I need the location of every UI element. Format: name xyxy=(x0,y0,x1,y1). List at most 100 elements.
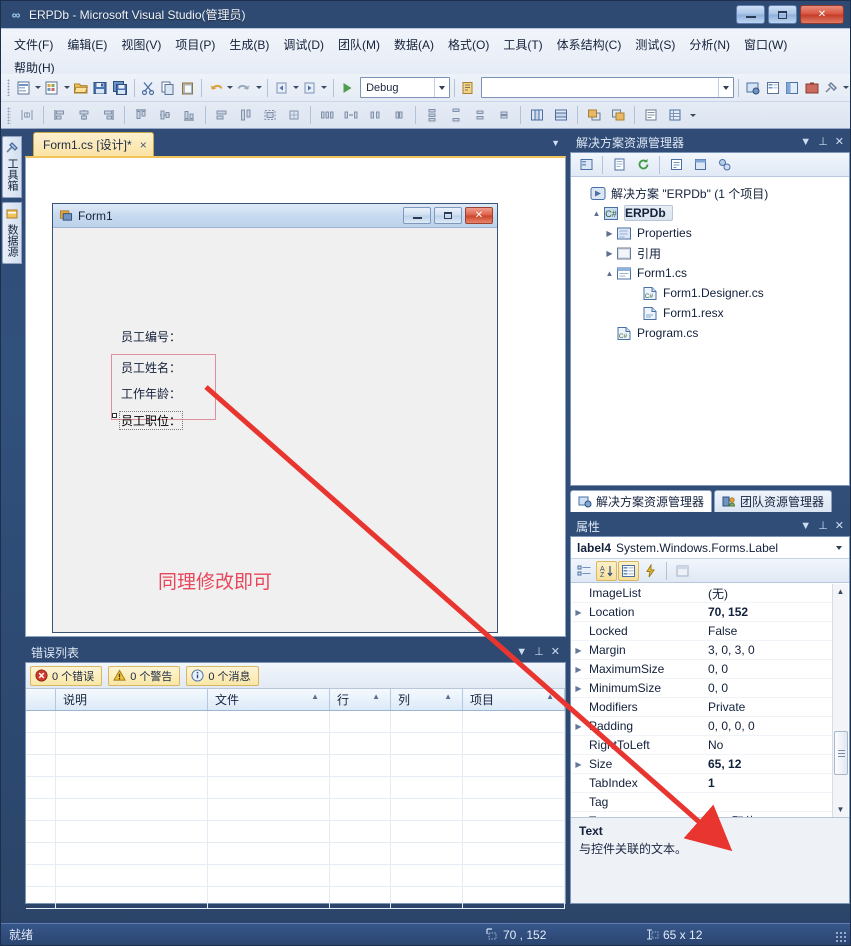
new-project-dropdown-icon[interactable] xyxy=(34,77,43,99)
column-header-description[interactable]: 说明 xyxy=(56,689,208,710)
scrollbar-thumb[interactable] xyxy=(834,731,848,775)
navigate-forward-icon[interactable] xyxy=(301,77,319,99)
property-grid[interactable]: ImageList (无) ▶ Location 70, 152 Locked Fals… xyxy=(571,584,849,817)
new-item-icon[interactable] xyxy=(44,77,62,99)
menu-item-architecture[interactable]: 体系结构(C) xyxy=(550,33,629,56)
decrease-horizontal-spacing-icon[interactable] xyxy=(364,104,386,126)
property-value[interactable]: 65, 12 xyxy=(704,757,741,771)
save-icon[interactable] xyxy=(92,77,110,99)
properties-object-selector[interactable]: label4 System.Windows.Forms.Label xyxy=(571,537,849,559)
property-row-padding[interactable]: ▶ Padding 0, 0, 0, 0 xyxy=(571,717,849,736)
navigate-backward-icon[interactable] xyxy=(273,77,291,99)
warnings-filter-button[interactable]: 0 个警告 xyxy=(108,665,181,686)
menu-item-project[interactable]: 项目(P) xyxy=(168,33,222,56)
table-row[interactable] xyxy=(26,711,565,733)
error-list-rows[interactable] xyxy=(26,711,565,909)
property-value[interactable]: 0, 0 xyxy=(704,681,728,695)
table-row[interactable] xyxy=(26,865,565,887)
redo-dropdown-icon[interactable] xyxy=(254,77,263,99)
start-debug-icon[interactable] xyxy=(338,77,356,99)
column-header-project[interactable]: 项目 ▲ xyxy=(463,689,565,710)
send-to-back-icon[interactable] xyxy=(607,104,629,126)
toolbar-grip[interactable] xyxy=(7,79,11,96)
view-designer-icon[interactable] xyxy=(689,154,711,176)
solution-configuration-combo[interactable]: Debug xyxy=(360,77,450,98)
align-middles-icon[interactable] xyxy=(154,104,176,126)
tree-node-program-cs[interactable]: C# Program.cs xyxy=(577,323,849,343)
menu-item-edit[interactable]: 编辑(E) xyxy=(60,33,114,56)
properties-window-icon[interactable] xyxy=(575,154,597,176)
tree-expander[interactable]: ▲ xyxy=(603,269,616,278)
property-value[interactable]: 3, 0, 3, 0 xyxy=(704,643,755,657)
property-row-locked[interactable]: Locked False xyxy=(571,622,849,641)
minimize-button[interactable] xyxy=(736,5,765,24)
center-vertically-icon[interactable] xyxy=(550,104,572,126)
navigate-backward-dropdown-icon[interactable] xyxy=(291,77,300,99)
remove-horizontal-spacing-icon[interactable] xyxy=(388,104,410,126)
alphabetical-icon[interactable]: AZ xyxy=(596,560,617,581)
resize-grip-icon[interactable] xyxy=(835,931,847,943)
chevron-down-icon[interactable]: ▼ xyxy=(516,647,527,658)
property-value[interactable]: False xyxy=(704,624,737,638)
solution-explorer-toolbar-icon[interactable] xyxy=(744,77,762,99)
property-row-modifiers[interactable]: Modifiers Private xyxy=(571,698,849,717)
undo-icon[interactable] xyxy=(207,77,225,99)
show-all-files-icon[interactable] xyxy=(608,154,630,176)
errors-filter-button[interactable]: 0 个错误 xyxy=(30,665,103,686)
table-row[interactable] xyxy=(26,777,565,799)
form-label-employee-id[interactable]: 员工编号： xyxy=(121,330,181,344)
menu-item-test[interactable]: 测试(S) xyxy=(628,33,682,56)
copy-icon[interactable] xyxy=(159,77,177,99)
property-row-righttoleft[interactable]: RightToLeft No xyxy=(571,736,849,755)
table-row[interactable] xyxy=(26,755,565,777)
form-designer-window[interactable]: Form1 ✕ 员工编号： 员工姓名： 工作年龄： 员工职位： 同理修改即可 xyxy=(52,203,498,633)
property-expander[interactable]: ▶ xyxy=(571,665,586,674)
property-expander[interactable]: ▶ xyxy=(571,684,586,693)
refresh-icon[interactable] xyxy=(632,154,654,176)
paste-icon[interactable] xyxy=(179,77,197,99)
property-value[interactable]: 0, 0, 0, 0 xyxy=(704,719,755,733)
maximize-button[interactable] xyxy=(768,5,797,24)
menu-item-view[interactable]: 视图(V) xyxy=(114,33,168,56)
increase-vertical-spacing-icon[interactable] xyxy=(445,104,467,126)
chevron-down-icon[interactable]: ▼ xyxy=(800,521,811,532)
menu-item-analyze[interactable]: 分析(N) xyxy=(682,33,737,56)
table-row[interactable] xyxy=(26,821,565,843)
resize-handle[interactable] xyxy=(112,413,117,418)
property-row-margin[interactable]: ▶ Margin 3, 0, 3, 0 xyxy=(571,641,849,660)
property-expander[interactable]: ▶ xyxy=(571,722,586,731)
chevron-down-icon[interactable] xyxy=(832,546,846,550)
make-horizontal-spacing-equal-icon[interactable] xyxy=(316,104,338,126)
menu-item-file[interactable]: 文件(F) xyxy=(7,33,60,56)
align-lefts-icon[interactable] xyxy=(49,104,71,126)
menu-item-team[interactable]: 团队(M) xyxy=(331,33,387,56)
solution-tree[interactable]: 解决方案 "ERPDb" (1 个项目) ▲ C# ERPDb ▶ Proper… xyxy=(571,177,849,343)
tree-node-form1-designer-cs[interactable]: C# Form1.Designer.cs xyxy=(577,283,849,303)
make-same-height-icon[interactable] xyxy=(235,104,257,126)
column-header-line[interactable]: 行 ▲ xyxy=(330,689,391,710)
close-icon[interactable]: ✕ xyxy=(835,521,844,532)
form-close-button[interactable]: ✕ xyxy=(465,207,493,224)
center-horizontally-icon[interactable] xyxy=(526,104,548,126)
column-header-file[interactable]: 文件 ▲ xyxy=(208,689,330,710)
size-to-grid-icon[interactable] xyxy=(283,104,305,126)
tab-solution-explorer[interactable]: 解决方案资源管理器 xyxy=(570,490,713,512)
tree-node-properties[interactable]: ▶ Properties xyxy=(577,223,849,243)
form-label-employee-name[interactable]: 员工姓名： xyxy=(121,361,181,375)
property-row-tag[interactable]: Tag xyxy=(571,793,849,812)
property-expander[interactable]: ▶ xyxy=(571,646,586,655)
make-vertical-spacing-equal-icon[interactable] xyxy=(421,104,443,126)
property-value[interactable]: 0, 0 xyxy=(704,662,728,676)
form-label-employee-position[interactable]: 员工职位： xyxy=(119,411,184,430)
navigate-forward-dropdown-icon[interactable] xyxy=(320,77,329,99)
align-to-grid-icon[interactable] xyxy=(16,104,38,126)
close-button[interactable]: ✕ xyxy=(800,5,844,24)
view-code-icon[interactable] xyxy=(665,154,687,176)
remove-vertical-spacing-icon[interactable] xyxy=(493,104,515,126)
new-project-icon[interactable] xyxy=(15,77,33,99)
menu-item-format[interactable]: 格式(O) xyxy=(441,33,496,56)
properties-window-toolbar-icon[interactable] xyxy=(764,77,782,99)
property-row-minimumsize[interactable]: ▶ MinimumSize 0, 0 xyxy=(571,679,849,698)
bring-to-front-icon[interactable] xyxy=(583,104,605,126)
increase-horizontal-spacing-icon[interactable] xyxy=(340,104,362,126)
